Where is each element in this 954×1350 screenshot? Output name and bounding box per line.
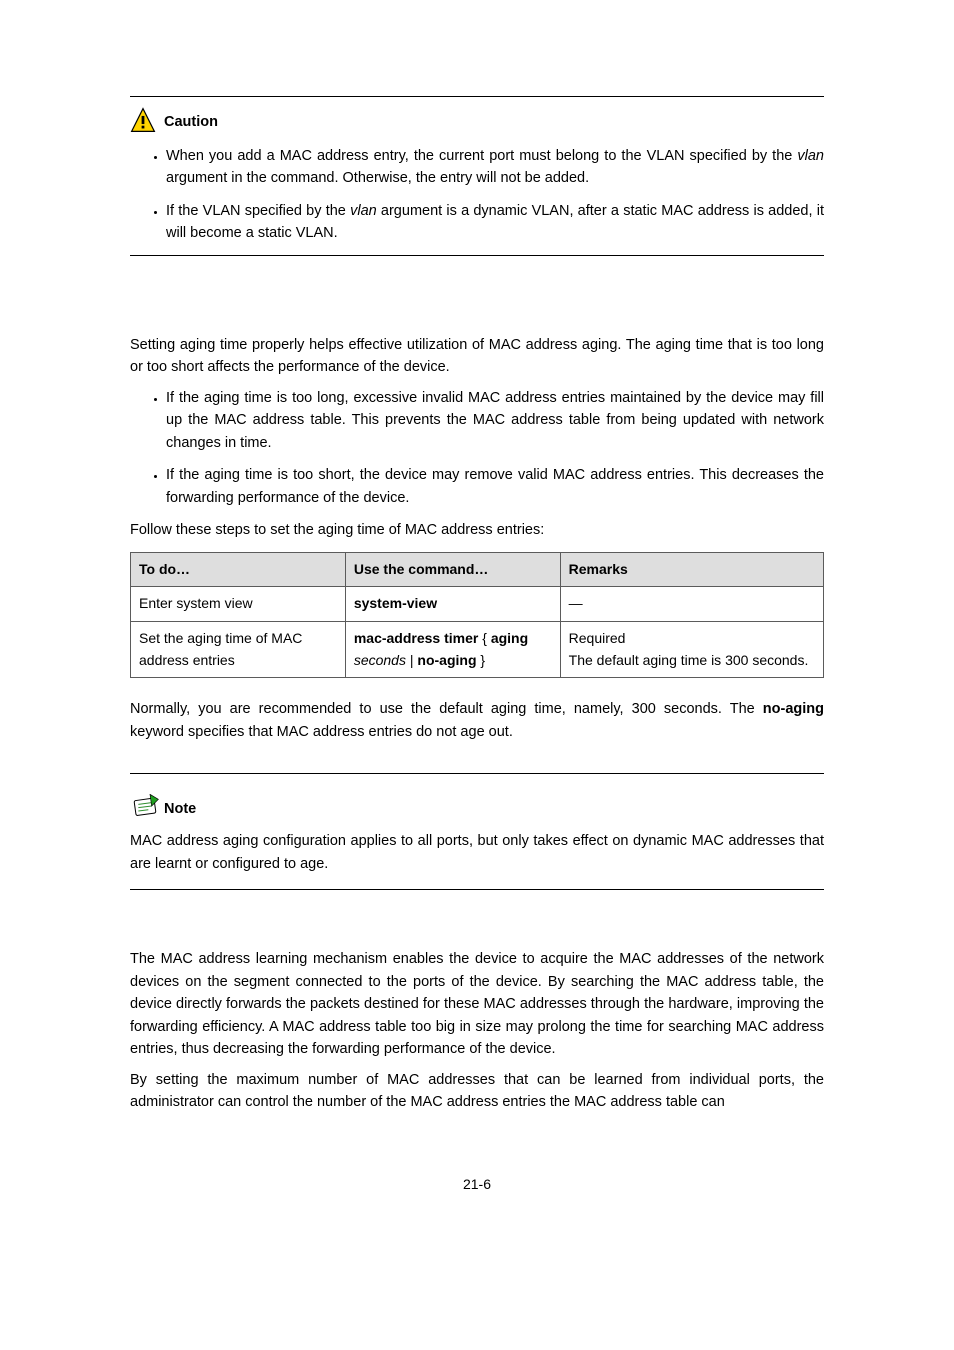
r2-cmd-lbrace: {: [478, 630, 490, 646]
section-gap-2: [130, 890, 824, 948]
caution-item-1-b: argument in the command. Otherwise, the …: [166, 170, 589, 186]
aging-item-2: If the aging time is too short, the devi…: [166, 464, 824, 509]
aging-list: If the aging time is too long, excessive…: [130, 387, 824, 509]
caution-item-1-arg: vlan: [797, 148, 824, 164]
aging-after-a: Normally, you are recommended to use the…: [130, 701, 763, 717]
spacer-before-note: [130, 751, 824, 773]
caution-label: Caution: [164, 111, 218, 133]
section-gap-1: [130, 256, 824, 334]
th-remarks: Remarks: [560, 552, 823, 587]
caution-item-1-a: When you add a MAC address entry, the cu…: [166, 148, 797, 164]
table-row: Set the aging time of MAC address entrie…: [131, 622, 824, 678]
page-container: Caution When you add a MAC address entry…: [0, 0, 954, 1235]
r1-remarks: —: [560, 587, 823, 622]
r2-cmd: mac-address timer { aging seconds | no-a…: [345, 622, 560, 678]
r2-cmd-rbrace: }: [477, 652, 486, 668]
aging-intro: Setting aging time properly helps effect…: [130, 334, 824, 379]
max-p1: The MAC address learning mechanism enabl…: [130, 948, 824, 1060]
caution-header: Caution: [130, 107, 824, 133]
max-p2: By setting the maximum number of MAC add…: [130, 1069, 824, 1114]
r2-remarks-b: The default aging time is 300 seconds.: [569, 650, 815, 672]
caution-icon: [130, 107, 156, 133]
r1-cmd: system-view: [345, 587, 560, 622]
note-label: Note: [164, 798, 196, 820]
caution-item-2: If the VLAN specified by the vlan argume…: [166, 200, 824, 245]
th-todo: To do…: [131, 552, 346, 587]
note-text: MAC address aging configuration applies …: [130, 830, 824, 875]
caution-item-1: When you add a MAC address entry, the cu…: [166, 145, 824, 190]
r1-todo: Enter system view: [131, 587, 346, 622]
aging-after-kw: no-aging: [763, 701, 824, 717]
r2-cmd-opt2: no-aging: [417, 652, 476, 668]
r2-cmd-main: mac-address timer: [354, 630, 479, 646]
r2-todo: Set the aging time of MAC address entrie…: [131, 622, 346, 678]
caution-item-2-arg: vlan: [350, 203, 377, 219]
r2-cmd-bar: |: [406, 652, 417, 668]
caution-list: When you add a MAC address entry, the cu…: [130, 145, 824, 245]
note-header: Note: [130, 794, 824, 820]
aging-follow: Follow these steps to set the aging time…: [130, 519, 824, 541]
aging-after: Normally, you are recommended to use the…: [130, 698, 824, 743]
table-row: Enter system view system-view —: [131, 587, 824, 622]
aging-after-b: keyword specifies that MAC address entri…: [130, 724, 513, 740]
caution-rule-top: [130, 96, 824, 97]
page-number: 21-6: [130, 1174, 824, 1196]
r2-cmd-arg: seconds: [354, 652, 406, 668]
aging-item-1: If the aging time is too long, excessive…: [166, 387, 824, 454]
caution-item-2-a: If the VLAN specified by the: [166, 203, 350, 219]
table-header-row: To do… Use the command… Remarks: [131, 552, 824, 587]
r2-remarks: Required The default aging time is 300 s…: [560, 622, 823, 678]
aging-table: To do… Use the command… Remarks Enter sy…: [130, 552, 824, 679]
note-rule-top: [130, 773, 824, 774]
note-icon: [130, 794, 156, 820]
r2-cmd-opt1: aging: [491, 630, 528, 646]
caution-callout: Caution When you add a MAC address entry…: [130, 107, 824, 245]
note-callout: Note MAC address aging configuration app…: [130, 794, 824, 875]
th-command: Use the command…: [345, 552, 560, 587]
r2-remarks-a: Required: [569, 628, 815, 650]
